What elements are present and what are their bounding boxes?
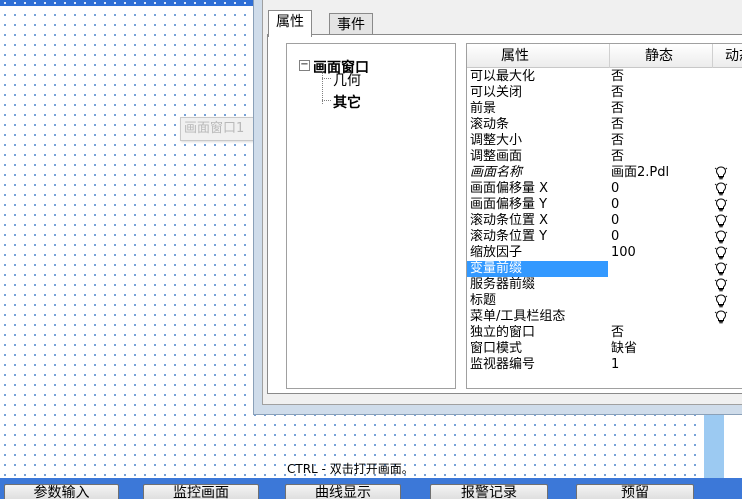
tree-item-other[interactable]: 其它	[333, 92, 361, 112]
property-name: 服务器前缀	[470, 277, 536, 292]
property-row[interactable]: 缩放因子 100	[467, 245, 742, 261]
property-row[interactable]: 窗口模式 缺省	[467, 341, 742, 357]
status-hint: CTRL - 双击打开画面。	[287, 462, 414, 476]
alarm-log-button[interactable]: 报警记录	[430, 484, 548, 499]
tree-connector	[322, 100, 331, 101]
property-static-value[interactable]: 缺省	[611, 341, 637, 357]
property-name: 滚动条位置 Y	[470, 229, 548, 244]
property-name: 缩放因子	[470, 245, 523, 260]
property-row[interactable]: 监视器编号 1	[467, 357, 742, 373]
lightbulb-icon[interactable]	[714, 230, 728, 244]
lightbulb-icon[interactable]	[714, 310, 728, 324]
trend-display-button[interactable]: 曲线显示	[285, 484, 401, 499]
tree-connector	[322, 78, 331, 79]
lightbulb-icon[interactable]	[714, 214, 728, 228]
properties-dialog: 属性 事件 − 画面窗口 几何 其它 属性 静态 动 可以最大化 否 可以关闭 …	[253, 0, 742, 415]
column-header-static[interactable]: 静态	[610, 44, 713, 68]
property-static-value[interactable]: 否	[611, 325, 624, 341]
property-static-value[interactable]: 0	[611, 213, 619, 229]
property-row[interactable]: 可以最大化 否	[467, 69, 742, 85]
monitor-screen-button[interactable]: 监控画面	[143, 484, 259, 499]
property-static-value[interactable]: 否	[611, 149, 624, 165]
property-name: 前景	[470, 101, 497, 116]
property-static-value[interactable]: 否	[611, 69, 624, 85]
property-static-value[interactable]: 否	[611, 101, 624, 117]
lightbulb-icon[interactable]	[714, 262, 728, 276]
property-row[interactable]: 可以关闭 否	[467, 85, 742, 101]
property-row[interactable]: 菜单/工具栏组态	[467, 309, 742, 325]
property-row[interactable]: 滚动条位置 Y 0	[467, 229, 742, 245]
property-row[interactable]: 调整画面 否	[467, 149, 742, 165]
lightbulb-icon[interactable]	[714, 246, 728, 260]
property-name: 调整大小	[470, 133, 523, 148]
reserved-button[interactable]: 预留	[576, 484, 694, 499]
property-static-value[interactable]: 否	[611, 85, 624, 101]
picture-window-object[interactable]: 画面窗口1	[180, 117, 260, 141]
property-static-value[interactable]: 1	[611, 357, 619, 373]
property-static-value[interactable]: 100	[611, 245, 636, 261]
property-name: 滚动条	[470, 117, 510, 132]
property-name: 菜单/工具栏组态	[470, 309, 566, 324]
tree-collapse-icon[interactable]: −	[299, 60, 310, 71]
param-input-button[interactable]: 参数输入	[4, 484, 119, 499]
property-static-value[interactable]: 画面2.Pdl	[611, 165, 669, 181]
property-row[interactable]: 标题	[467, 293, 742, 309]
property-row[interactable]: 画面名称 画面2.Pdl	[467, 165, 742, 181]
property-name: 窗口模式	[470, 341, 523, 356]
property-name: 变量前缀	[467, 261, 608, 277]
property-row[interactable]: 画面偏移量 X 0	[467, 181, 742, 197]
column-header-dynamic[interactable]: 动态	[713, 44, 742, 68]
property-name: 可以关闭	[470, 85, 523, 100]
object-tree: − 画面窗口 几何 其它	[286, 43, 456, 389]
property-row[interactable]: 调整大小 否	[467, 133, 742, 149]
property-row[interactable]: 前景 否	[467, 101, 742, 117]
property-static-value[interactable]: 否	[611, 133, 624, 149]
property-name: 滚动条位置 X	[470, 213, 549, 228]
property-name: 监视器编号	[470, 357, 536, 372]
property-static-value[interactable]: 0	[611, 197, 619, 213]
property-row[interactable]: 变量前缀	[467, 261, 742, 277]
column-header-property[interactable]: 属性	[467, 44, 610, 68]
property-row[interactable]: 滚动条位置 X 0	[467, 213, 742, 229]
properties-dialog-body: 属性 事件 − 画面窗口 几何 其它 属性 静态 动 可以最大化 否 可以关闭 …	[262, 0, 742, 405]
property-name: 画面偏移量 Y	[470, 197, 548, 212]
lightbulb-icon[interactable]	[714, 198, 728, 212]
property-row[interactable]: 独立的窗口 否	[467, 325, 742, 341]
property-static-value[interactable]: 0	[611, 229, 619, 245]
tab-page-properties: − 画面窗口 几何 其它 属性 静态 动态	[267, 34, 742, 394]
property-name: 可以最大化	[470, 69, 536, 84]
lightbulb-icon[interactable]	[714, 182, 728, 196]
property-static-value[interactable]: 否	[611, 117, 624, 133]
tree-item-geometry[interactable]: 几何	[333, 70, 361, 90]
property-name: 画面名称	[470, 165, 523, 180]
property-name: 调整画面	[470, 149, 523, 164]
picture-window-label: 画面窗口1	[184, 121, 245, 136]
tab-properties[interactable]: 属性	[268, 10, 312, 37]
property-row[interactable]: 滚动条 否	[467, 117, 742, 133]
property-grid-header: 属性 静态 动态	[467, 44, 742, 68]
lightbulb-icon[interactable]	[714, 294, 728, 308]
lightbulb-icon[interactable]	[714, 166, 728, 180]
property-name: 画面偏移量 X	[470, 181, 549, 196]
property-static-value[interactable]: 0	[611, 181, 619, 197]
lightbulb-icon[interactable]	[714, 278, 728, 292]
property-row[interactable]: 服务器前缀	[467, 277, 742, 293]
property-name: 标题	[470, 293, 497, 308]
property-name: 独立的窗口	[470, 325, 536, 340]
property-row[interactable]: 画面偏移量 Y 0	[467, 197, 742, 213]
property-grid: 属性 静态 动态 可以最大化否可以关闭否前景否滚动条否调整大小否调整画面否画面名…	[466, 43, 742, 389]
